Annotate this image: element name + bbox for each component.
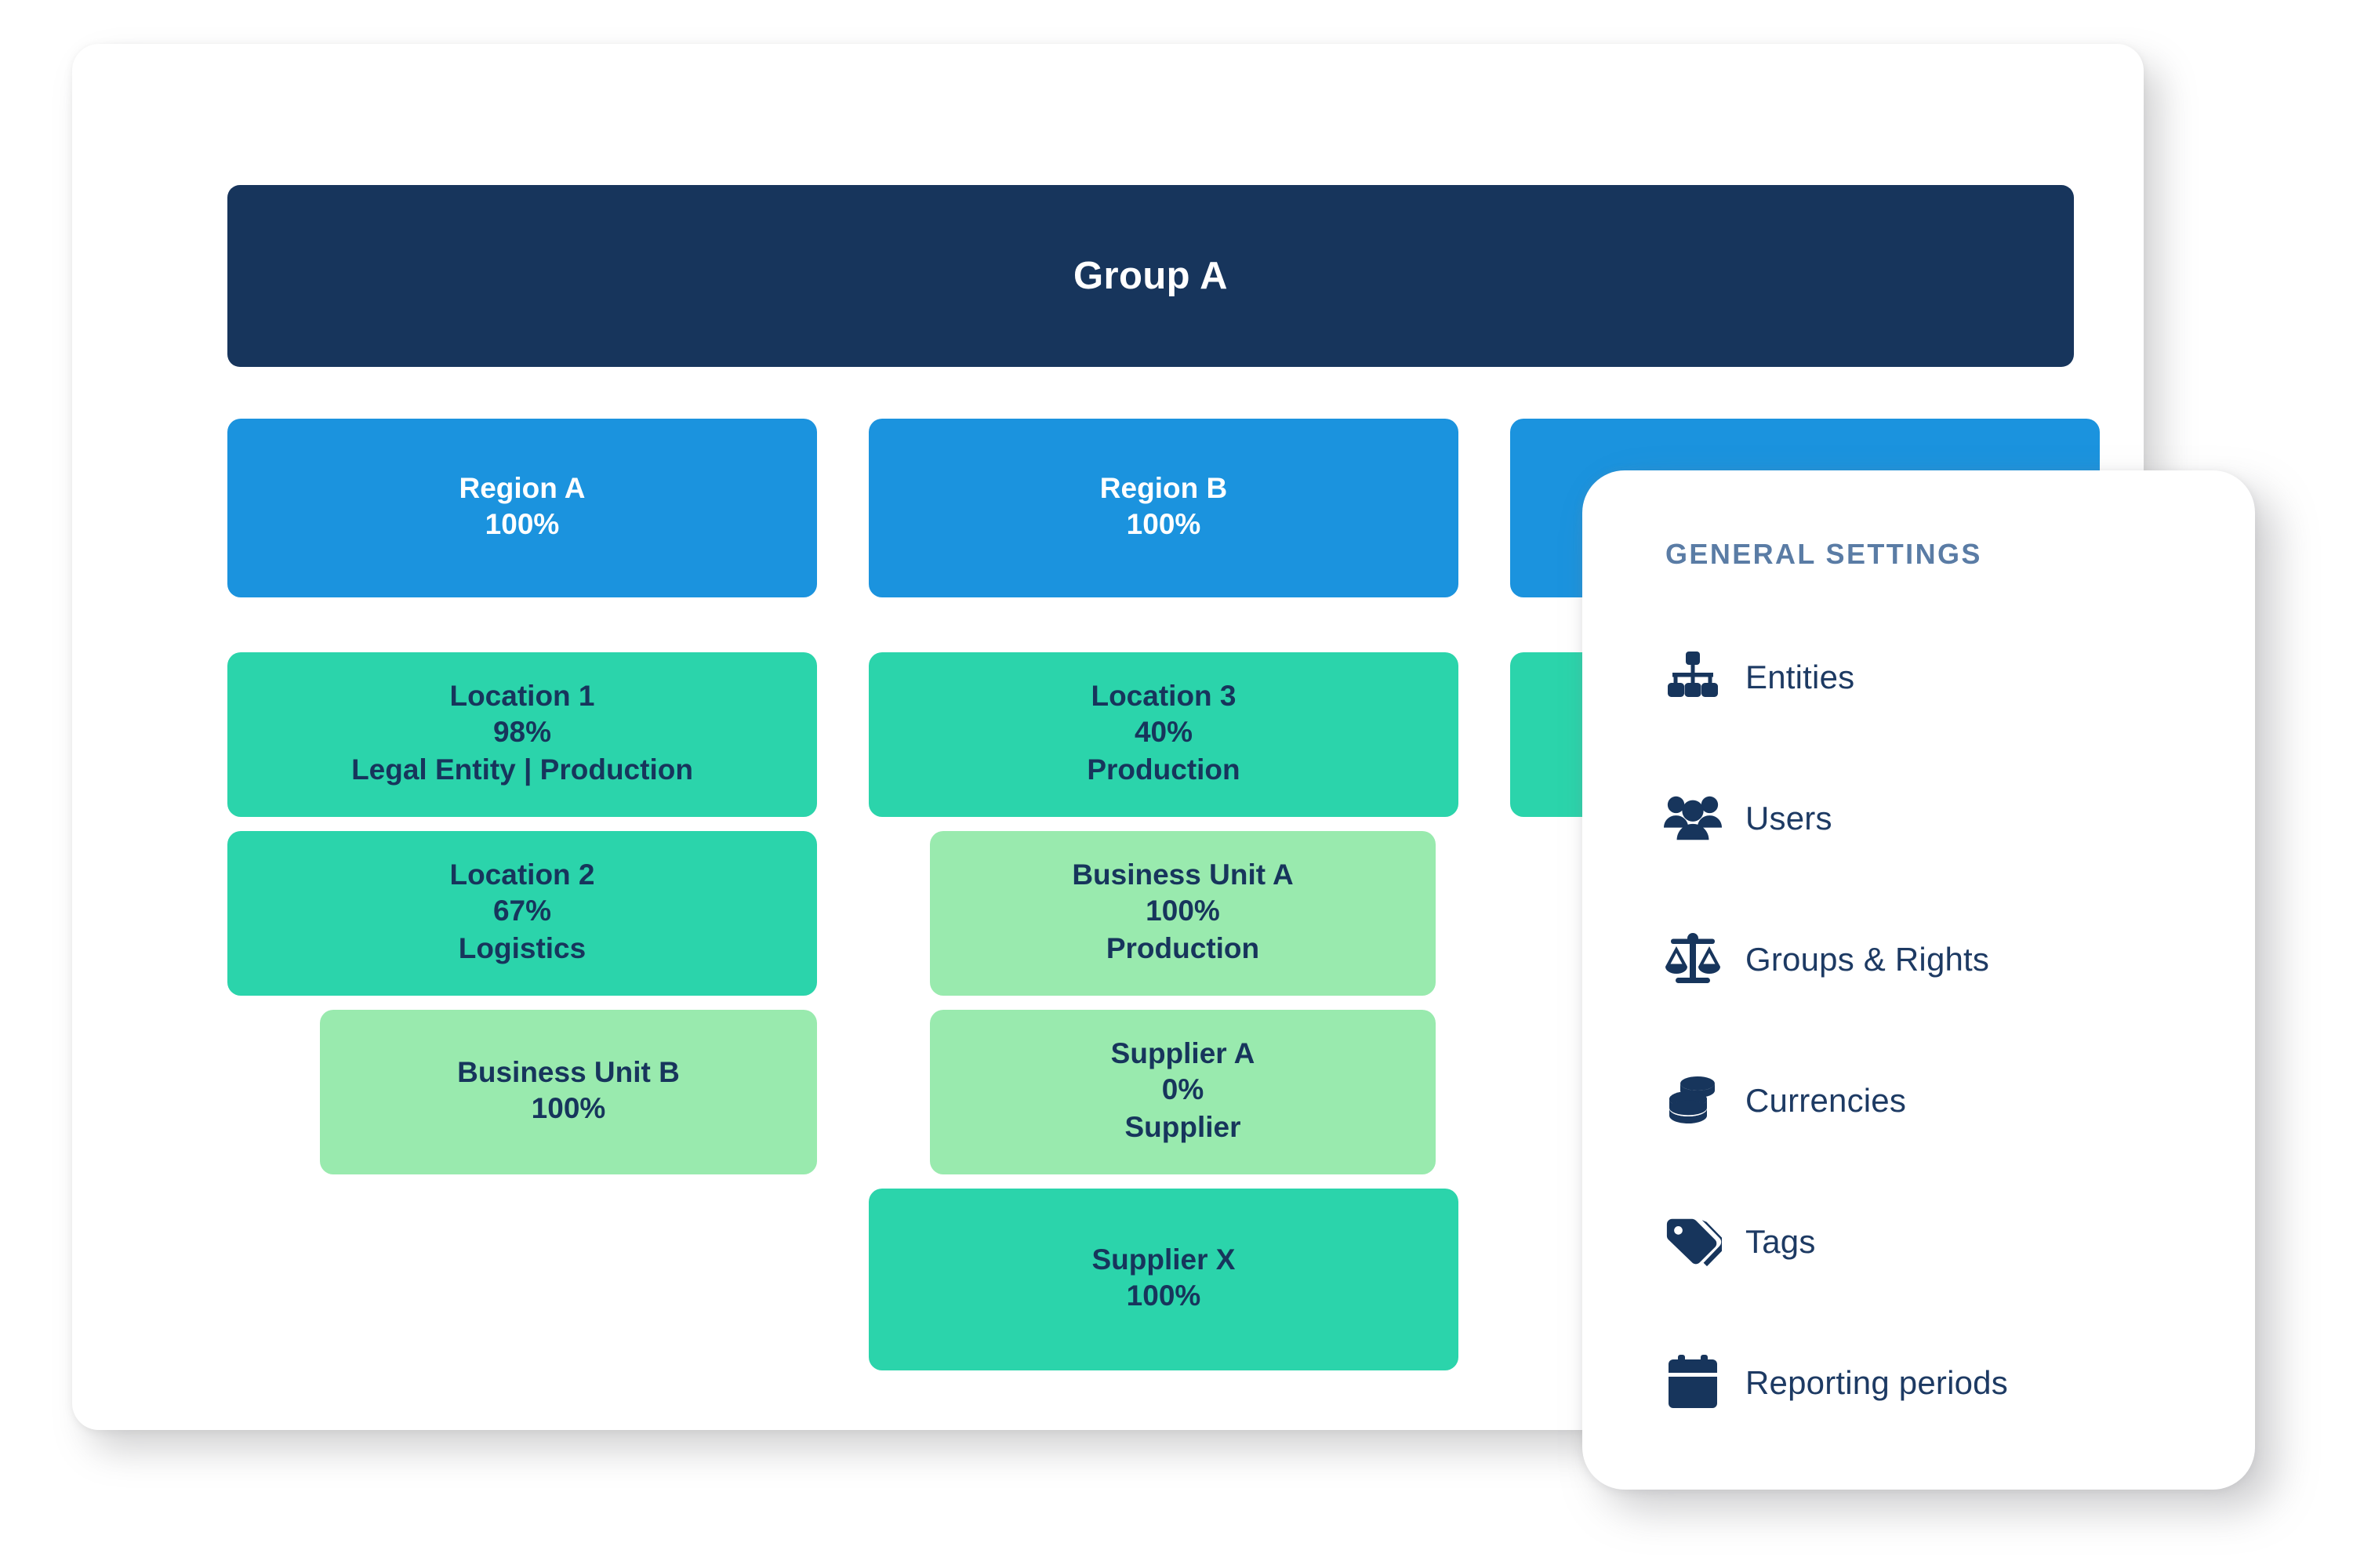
general-settings-panel: GENERAL SETTINGS Entities Users Groups &… — [1582, 470, 2255, 1490]
node-percent: 67% — [492, 894, 552, 927]
settings-item-label: Entities — [1745, 659, 1855, 695]
settings-item-entities[interactable]: Entities — [1582, 607, 2255, 748]
node-business-unit-a[interactable]: Business Unit A 100% Production — [930, 831, 1436, 996]
settings-panel-title: GENERAL SETTINGS — [1665, 538, 1982, 570]
node-location-2[interactable]: Location 2 67% Logistics — [227, 831, 817, 996]
node-business-unit-b[interactable]: Business Unit B 100% — [320, 1010, 817, 1174]
settings-item-label: Users — [1745, 800, 1832, 837]
node-meta: Logistics — [458, 932, 586, 965]
node-supplier-x[interactable]: Supplier X 100% — [869, 1189, 1458, 1370]
node-title: Business Unit B — [457, 1056, 680, 1089]
org-chart-icon — [1664, 648, 1722, 706]
users-group-icon — [1664, 789, 1722, 848]
node-location-1[interactable]: Location 1 98% Legal Entity | Production — [227, 652, 817, 817]
settings-item-label: Tags — [1745, 1223, 1816, 1260]
settings-item-label: Groups & Rights — [1745, 941, 1990, 978]
node-title: Supplier A — [1110, 1036, 1255, 1069]
settings-item-reporting-periods[interactable]: Reporting periods — [1582, 1312, 2255, 1454]
node-meta: Supplier — [1124, 1111, 1241, 1144]
node-title: Region A — [459, 472, 586, 505]
scales-balance-icon — [1664, 931, 1722, 989]
node-meta: Production — [1106, 932, 1260, 965]
node-title: Region B — [1099, 472, 1228, 505]
node-percent: 100% — [1126, 1279, 1201, 1312]
coins-stack-icon — [1664, 1072, 1722, 1130]
node-title: Location 1 — [449, 679, 595, 712]
node-percent: 100% — [485, 508, 560, 541]
settings-item-tags[interactable]: Tags — [1582, 1171, 2255, 1312]
node-percent: 100% — [1126, 508, 1201, 541]
node-percent: 100% — [531, 1092, 606, 1125]
settings-item-label: Reporting periods — [1745, 1364, 2008, 1401]
settings-menu-list: Entities Users Groups & Rights Currencie… — [1582, 607, 2255, 1454]
node-title: Location 3 — [1091, 679, 1236, 712]
settings-item-groups-rights[interactable]: Groups & Rights — [1582, 889, 2255, 1030]
settings-item-currencies[interactable]: Currencies — [1582, 1030, 2255, 1171]
node-title: Location 2 — [449, 858, 595, 891]
node-percent: 98% — [492, 715, 552, 748]
node-title: Business Unit A — [1072, 858, 1294, 891]
tree-column-1: Region A 100% Location 1 98% Legal Entit… — [227, 419, 817, 1189]
calendar-icon — [1664, 1354, 1722, 1412]
settings-item-label: Currencies — [1745, 1082, 1907, 1119]
tags-icon — [1664, 1213, 1722, 1271]
node-supplier-a[interactable]: Supplier A 0% Supplier — [930, 1010, 1436, 1174]
node-meta: Production — [1087, 753, 1240, 786]
settings-item-users[interactable]: Users — [1582, 748, 2255, 889]
node-percent: 100% — [1146, 894, 1220, 927]
screenshot-root: Group A Region A 100% Location 1 98% Leg… — [0, 0, 2364, 1568]
group-title: Group A — [1073, 255, 1228, 297]
node-region-a[interactable]: Region A 100% — [227, 419, 817, 597]
node-location-3[interactable]: Location 3 40% Production — [869, 652, 1458, 817]
node-title: Supplier X — [1091, 1243, 1236, 1276]
node-meta: Legal Entity | Production — [351, 753, 693, 786]
node-region-b[interactable]: Region B 100% — [869, 419, 1458, 597]
node-percent: 0% — [1161, 1073, 1204, 1105]
node-percent: 40% — [1134, 715, 1193, 748]
group-header-bar[interactable]: Group A — [227, 185, 2074, 367]
tree-column-2: Region B 100% Location 3 40% Production … — [869, 419, 1458, 1370]
